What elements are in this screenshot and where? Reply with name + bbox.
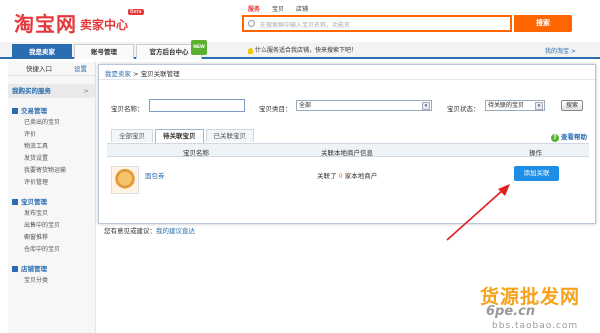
arrow-head	[498, 184, 510, 196]
watermark-domain: 6pe.cn	[486, 304, 536, 319]
page: 淘宝网 卖家中心 Beta 服务 宝贝 店铺 在搜索框中输入宝贝名称，功能名 搜…	[0, 0, 600, 333]
watermark-url: bbs.taobao.com	[492, 321, 579, 331]
arrow-line	[446, 189, 504, 241]
